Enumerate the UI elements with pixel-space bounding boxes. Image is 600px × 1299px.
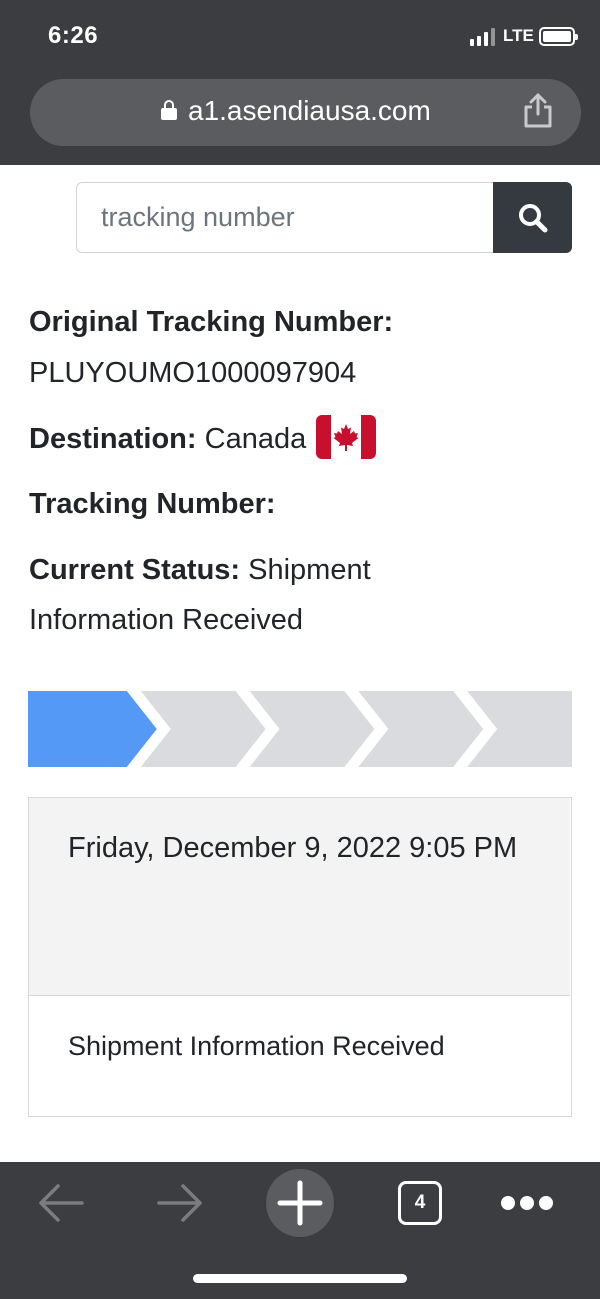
plus-icon [277, 1180, 323, 1226]
event-description: Shipment Information Received [68, 1031, 445, 1061]
progress-step-3 [249, 691, 375, 767]
tracking-number-row: Tracking Number: [29, 479, 276, 529]
status-bar-time: 6:26 [48, 22, 99, 49]
lock-icon [161, 100, 177, 120]
battery-icon [539, 27, 578, 46]
progress-step-2 [140, 691, 266, 767]
tracking-number-input[interactable] [76, 182, 494, 253]
current-status-label: Current Status: [29, 554, 241, 586]
original-tracking-label: Original Tracking Number: [29, 306, 394, 338]
address-bar-url[interactable]: a1.asendiausa.com [188, 95, 431, 127]
back-arrow-icon[interactable] [36, 1181, 86, 1225]
canada-flag-icon [316, 415, 377, 460]
destination-value: Canada [204, 423, 307, 455]
progress-step-1 [28, 691, 157, 767]
original-tracking-value: PLUYOUMO1000097904 [29, 357, 357, 389]
event-date-cell: Friday, December 9, 2022 9:05 PM [29, 798, 570, 996]
search-icon [519, 204, 548, 233]
tracking-search-form [76, 182, 572, 253]
destination-row: Destination: Canada [29, 414, 377, 464]
home-indicator [193, 1274, 407, 1283]
more-menu-icon[interactable] [501, 1196, 553, 1210]
tab-switcher-button[interactable]: 4 [398, 1181, 442, 1225]
signal-strength-icon [470, 28, 496, 46]
destination-label: Destination: [29, 423, 197, 455]
event-date: Friday, December 9, 2022 9:05 PM [68, 832, 518, 864]
network-type-label: LTE [503, 26, 534, 45]
share-icon[interactable] [522, 92, 554, 128]
progress-step-4 [358, 691, 484, 767]
search-button[interactable] [493, 182, 572, 253]
tracking-events-table: Friday, December 9, 2022 9:05 PM Shipmen… [28, 797, 572, 1117]
tracking-number-label: Tracking Number: [29, 488, 276, 520]
forward-arrow-icon[interactable] [155, 1181, 205, 1225]
new-tab-button[interactable] [266, 1169, 334, 1237]
current-status-row: Current Status: Shipment Information Rec… [29, 545, 449, 645]
shipment-progress-tracker [28, 691, 572, 767]
